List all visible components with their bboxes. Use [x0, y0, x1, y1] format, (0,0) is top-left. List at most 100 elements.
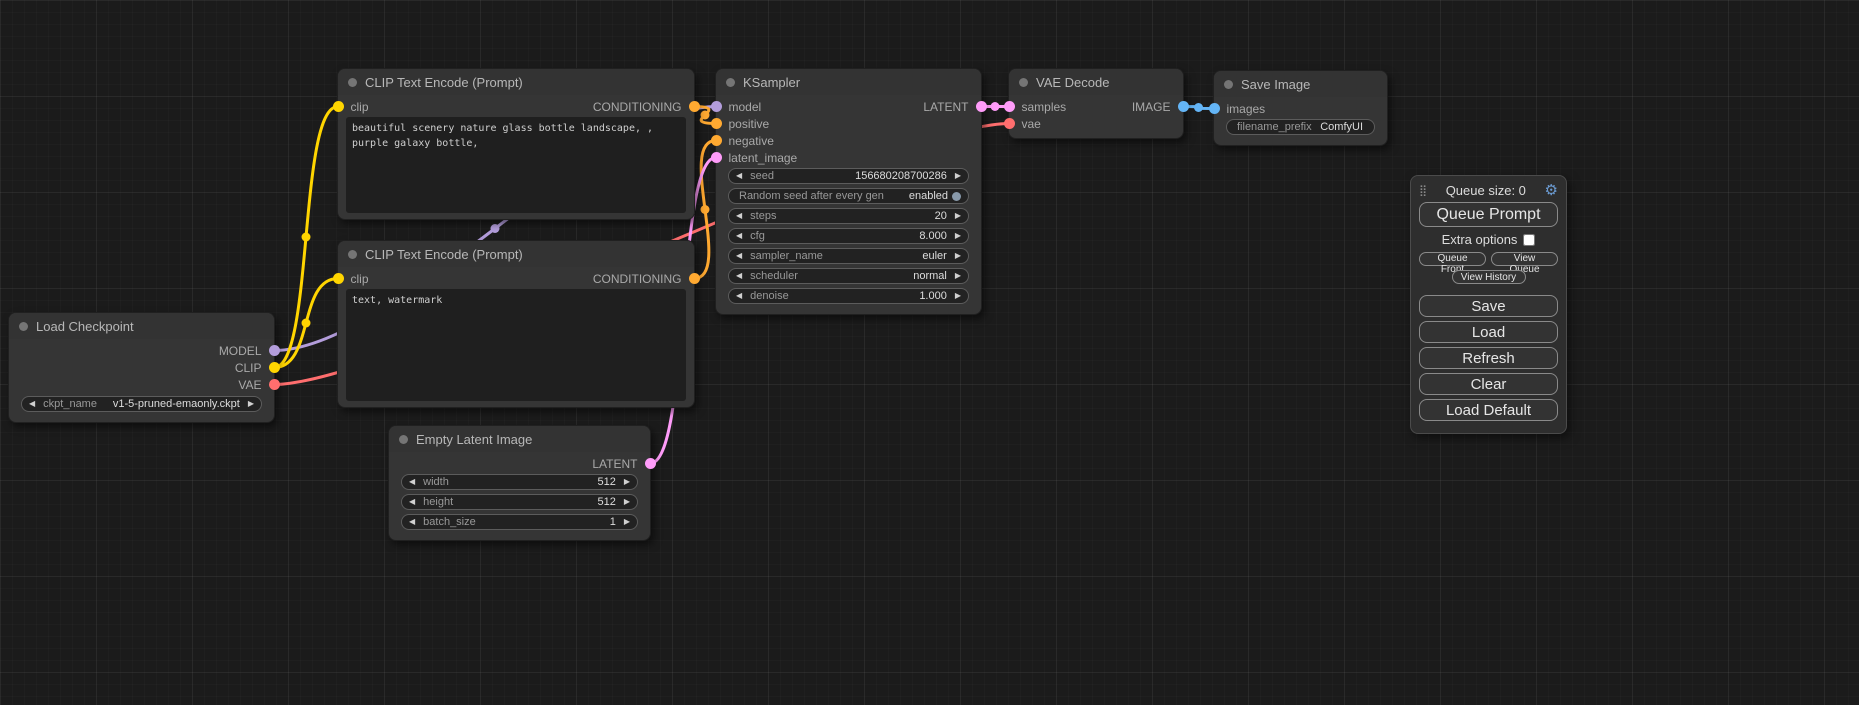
output-label-conditioning: CONDITIONING	[593, 272, 682, 286]
node-clip-text-encode-negative[interactable]: CLIP Text Encode (Prompt) clip CONDITION…	[337, 240, 695, 408]
input-port-positive[interactable]	[711, 118, 722, 129]
node-collapse-dot[interactable]	[1019, 78, 1028, 87]
drag-handle-icon[interactable]: ⣿	[1419, 184, 1427, 197]
widget-sampler-name[interactable]: ◀ sampler_name euler ▶	[728, 248, 969, 264]
stepper-right-icon[interactable]: ▶	[624, 478, 630, 486]
stepper-right-icon[interactable]: ▶	[248, 400, 254, 408]
input-port-latent-image[interactable]	[711, 152, 722, 163]
node-title-bar[interactable]: VAE Decode	[1009, 69, 1183, 95]
stepper-left-icon[interactable]: ◀	[736, 252, 742, 260]
stepper-left-icon[interactable]: ◀	[736, 212, 742, 220]
input-port-model[interactable]	[711, 101, 722, 112]
node-collapse-dot[interactable]	[399, 435, 408, 444]
queue-panel[interactable]: ⣿ Queue size: 0 ⚙ Queue Prompt Extra opt…	[1410, 175, 1567, 434]
stepper-left-icon[interactable]: ◀	[409, 498, 415, 506]
node-ksampler[interactable]: KSampler model LATENT positive	[715, 68, 982, 315]
node-title-bar[interactable]: Empty Latent Image	[389, 426, 650, 452]
stepper-left-icon[interactable]: ◀	[736, 172, 742, 180]
stepper-left-icon[interactable]: ◀	[409, 478, 415, 486]
slot-row: negative	[716, 132, 981, 149]
node-title: VAE Decode	[1036, 75, 1109, 90]
output-port-conditioning[interactable]	[689, 273, 700, 284]
stepper-right-icon[interactable]: ▶	[955, 172, 961, 180]
queue-front-button[interactable]: Queue Front	[1419, 252, 1486, 266]
widget-cfg[interactable]: ◀ cfg 8.000 ▶	[728, 228, 969, 244]
output-port-latent[interactable]	[976, 101, 987, 112]
stepper-right-icon[interactable]: ▶	[624, 518, 630, 526]
save-button[interactable]: Save	[1419, 295, 1558, 317]
widget-seed[interactable]: ◀ seed 156680208700286 ▶	[728, 168, 969, 184]
positive-prompt-textarea[interactable]: beautiful scenery nature glass bottle la…	[346, 117, 686, 213]
negative-prompt-textarea[interactable]: text, watermark	[346, 289, 686, 401]
slot-row: clip CONDITIONING	[338, 98, 694, 115]
load-button[interactable]: Load	[1419, 321, 1558, 343]
input-port-negative[interactable]	[711, 135, 722, 146]
widget-scheduler[interactable]: ◀ scheduler normal ▶	[728, 268, 969, 284]
input-label-images: images	[1227, 102, 1266, 116]
output-port-clip[interactable]	[269, 362, 280, 373]
output-port-model[interactable]	[269, 345, 280, 356]
input-port-images[interactable]	[1209, 103, 1220, 114]
widget-label: seed	[750, 170, 774, 182]
stepper-right-icon[interactable]: ▶	[955, 292, 961, 300]
load-default-button[interactable]: Load Default	[1419, 399, 1558, 421]
input-port-vae[interactable]	[1004, 118, 1015, 129]
stepper-left-icon[interactable]: ◀	[736, 292, 742, 300]
node-collapse-dot[interactable]	[19, 322, 28, 331]
link-midpoint-dot	[991, 102, 1000, 111]
widget-random-seed-toggle[interactable]: Random seed after every gen enabled	[728, 188, 969, 204]
slot-row: MODEL	[9, 342, 274, 359]
node-title-bar[interactable]: CLIP Text Encode (Prompt)	[338, 69, 694, 95]
settings-gear-icon[interactable]: ⚙	[1545, 183, 1558, 198]
view-queue-button[interactable]: View Queue	[1491, 252, 1558, 266]
input-port-clip[interactable]	[333, 273, 344, 284]
widget-width[interactable]: ◀ width 512 ▶	[401, 474, 638, 490]
node-load-checkpoint[interactable]: Load Checkpoint MODEL CLIP VAE	[8, 312, 275, 423]
stepper-right-icon[interactable]: ▶	[955, 232, 961, 240]
view-history-button[interactable]: View History	[1452, 270, 1526, 284]
queue-prompt-button[interactable]: Queue Prompt	[1419, 202, 1558, 227]
widget-height[interactable]: ◀ height 512 ▶	[401, 494, 638, 510]
stepper-right-icon[interactable]: ▶	[955, 252, 961, 260]
widget-steps[interactable]: ◀ steps 20 ▶	[728, 208, 969, 224]
stepper-right-icon[interactable]: ▶	[624, 498, 630, 506]
node-collapse-dot[interactable]	[726, 78, 735, 87]
widget-batch-size[interactable]: ◀ batch_size 1 ▶	[401, 514, 638, 530]
stepper-left-icon[interactable]: ◀	[409, 518, 415, 526]
toggle-knob[interactable]	[952, 192, 961, 201]
widget-denoise[interactable]: ◀ denoise 1.000 ▶	[728, 288, 969, 304]
extra-options-checkbox[interactable]	[1523, 234, 1535, 246]
refresh-button[interactable]: Refresh	[1419, 347, 1558, 369]
slot-row: VAE	[9, 376, 274, 393]
node-title-bar[interactable]: Load Checkpoint	[9, 313, 274, 339]
node-title-bar[interactable]: KSampler	[716, 69, 981, 95]
node-collapse-dot[interactable]	[348, 250, 357, 259]
node-save-image[interactable]: Save Image images filename_prefix ComfyU…	[1213, 70, 1388, 146]
stepper-left-icon[interactable]: ◀	[29, 400, 35, 408]
node-vae-decode[interactable]: VAE Decode samples IMAGE vae	[1008, 68, 1184, 139]
input-label-model: model	[729, 100, 762, 114]
node-clip-text-encode-positive[interactable]: CLIP Text Encode (Prompt) clip CONDITION…	[337, 68, 695, 220]
output-label-model: MODEL	[219, 344, 262, 358]
stepper-right-icon[interactable]: ▶	[955, 212, 961, 220]
widget-filename-prefix[interactable]: filename_prefix ComfyUI	[1226, 119, 1375, 135]
node-title-bar[interactable]: Save Image	[1214, 71, 1387, 97]
graph-canvas[interactable]: Load Checkpoint MODEL CLIP VAE	[0, 0, 1859, 705]
input-port-clip[interactable]	[333, 101, 344, 112]
stepper-left-icon[interactable]: ◀	[736, 232, 742, 240]
node-title-bar[interactable]: CLIP Text Encode (Prompt)	[338, 241, 694, 267]
stepper-left-icon[interactable]: ◀	[736, 272, 742, 280]
output-port-vae[interactable]	[269, 379, 280, 390]
output-port-conditioning[interactable]	[689, 101, 700, 112]
input-port-samples[interactable]	[1004, 101, 1015, 112]
clear-button[interactable]: Clear	[1419, 373, 1558, 395]
link-midpoint-dot	[302, 319, 311, 328]
widget-ckpt-name[interactable]: ◀ ckpt_name v1-5-pruned-emaonly.ckpt ▶	[21, 396, 262, 412]
output-port-latent[interactable]	[645, 458, 656, 469]
node-collapse-dot[interactable]	[348, 78, 357, 87]
stepper-right-icon[interactable]: ▶	[955, 272, 961, 280]
node-empty-latent-image[interactable]: Empty Latent Image LATENT ◀ width 512 ▶ …	[388, 425, 651, 541]
node-collapse-dot[interactable]	[1224, 80, 1233, 89]
output-label-vae: VAE	[238, 378, 261, 392]
output-port-image[interactable]	[1178, 101, 1189, 112]
